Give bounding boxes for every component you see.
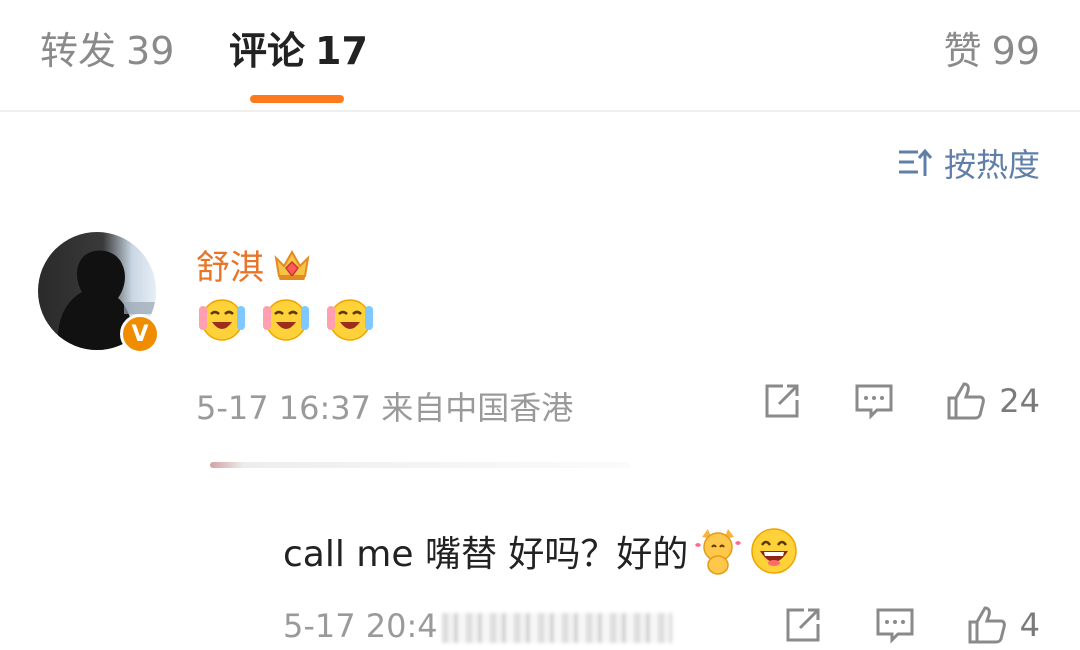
tab-likes[interactable]: 赞 99 xyxy=(944,28,1040,74)
grinning-emoji xyxy=(751,528,798,574)
tab-repost[interactable]: 转发 39 xyxy=(40,28,174,74)
comment-location: 来自中国香港 xyxy=(381,389,574,427)
comment-username[interactable]: 舒淇 xyxy=(196,240,312,289)
tab-bar: 转发 39 评论 17 赞 99 xyxy=(0,0,1080,112)
sort-by-hot-icon xyxy=(898,148,933,176)
blurred-region xyxy=(441,613,672,643)
comment-actions: 4 xyxy=(782,604,1040,646)
comments-page: 转发 39 评论 17 赞 99 按热度 V 舒淇 5-17 16:37 来自中… xyxy=(0,0,1080,650)
comment-icon[interactable] xyxy=(853,380,895,422)
comment-content xyxy=(196,292,376,344)
laughing-tears-emoji xyxy=(263,299,309,341)
comment-content: call me 嘴替 好吗？好的 xyxy=(283,525,800,577)
comment-timestamp: 5-17 20:4 xyxy=(283,607,438,645)
sort-by-hot-button[interactable]: 按热度 xyxy=(896,140,1040,186)
sort-label: 按热度 xyxy=(943,146,1040,184)
comment-text: call me 嘴替 好吗？好的 xyxy=(283,534,689,575)
comment-actions: 24 xyxy=(761,380,1040,422)
tab-repost-label: 转发 xyxy=(40,29,117,73)
verified-badge: V xyxy=(120,314,160,354)
active-tab-indicator xyxy=(250,95,344,103)
tab-likes-count: 99 xyxy=(991,29,1040,73)
tab-repost-count: 39 xyxy=(126,29,175,73)
tab-comments-label: 评论 xyxy=(229,29,306,73)
laughing-tears-emoji xyxy=(199,299,245,341)
thumbs-up-icon[interactable] xyxy=(945,380,987,422)
like-count: 24 xyxy=(999,382,1040,420)
laughing-tears-emoji xyxy=(327,299,373,341)
blurred-username xyxy=(210,462,630,468)
share-icon[interactable] xyxy=(782,604,824,646)
comment-meta: 5-17 16:37 来自中国香港 xyxy=(196,383,573,429)
crown-icon xyxy=(274,249,310,280)
tab-comments-count: 17 xyxy=(315,29,368,73)
tab-likes-label: 赞 xyxy=(943,29,982,73)
comment-icon[interactable] xyxy=(874,604,916,646)
like-count: 4 xyxy=(1019,606,1040,644)
dancing-cat-emoji xyxy=(695,529,742,575)
comment-meta: 5-17 20:4 xyxy=(283,607,672,645)
username-text: 舒淇 xyxy=(196,248,264,288)
thumbs-up-icon[interactable] xyxy=(966,604,1008,646)
tab-comments[interactable]: 评论 17 xyxy=(229,28,368,74)
comment-timestamp: 5-17 16:37 xyxy=(196,389,372,427)
share-icon[interactable] xyxy=(761,380,803,422)
